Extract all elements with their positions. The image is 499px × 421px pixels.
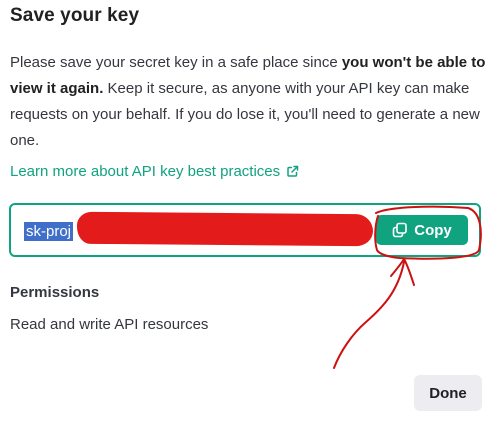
copy-button-label: Copy (414, 221, 452, 239)
description-text-1: Please save your secret key in a safe pl… (10, 54, 342, 71)
annotation-arrow-head (390, 258, 415, 286)
api-key-selected-text[interactable]: sk-proj (24, 222, 74, 241)
learn-more-label: Learn more about API key best practices (10, 163, 281, 180)
dialog-description: Please save your secret key in a safe pl… (10, 50, 490, 154)
learn-more-link[interactable]: Learn more about API key best practices (10, 163, 299, 180)
permissions-value: Read and write API resources (10, 316, 209, 333)
redaction-mark (76, 211, 374, 247)
annotation-arrow-shaft (333, 261, 405, 369)
dialog-title: Save your key (10, 5, 140, 26)
done-button[interactable]: Done (414, 375, 482, 411)
external-link-icon (287, 165, 299, 177)
save-key-dialog: Save your key Please save your secret ke… (0, 0, 499, 421)
copy-button[interactable]: Copy (376, 215, 468, 245)
api-key-field[interactable]: sk-proj Copy (9, 203, 481, 257)
permissions-label: Permissions (10, 284, 100, 301)
copy-icon (392, 222, 408, 238)
